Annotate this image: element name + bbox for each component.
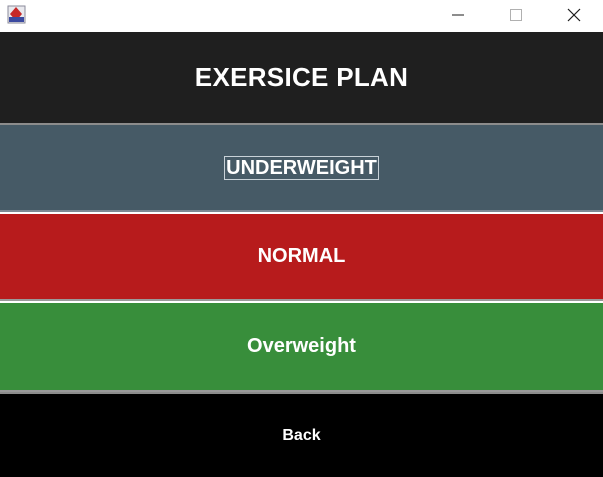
maximize-icon [510, 9, 522, 21]
back-button-label: Back [282, 426, 321, 444]
page-title: EXERSICE PLAN [0, 32, 603, 123]
overweight-button-label: Overweight [247, 335, 356, 357]
close-icon [567, 8, 581, 22]
java-app-icon [7, 5, 26, 24]
maximize-button[interactable] [493, 0, 539, 30]
window-titlebar [0, 0, 603, 32]
normal-button[interactable]: NORMAL [0, 214, 603, 301]
close-window-button[interactable] [551, 0, 597, 30]
underweight-button-label: UNDERWEIGHT [224, 155, 379, 180]
underweight-button[interactable]: UNDERWEIGHT [0, 125, 603, 212]
overweight-button[interactable]: Overweight [0, 303, 603, 392]
back-button[interactable]: Back [0, 394, 603, 477]
page-title-text: EXERSICE PLAN [194, 62, 409, 92]
normal-button-label: NORMAL [257, 245, 346, 267]
minimize-icon [452, 14, 464, 16]
minimize-button[interactable] [435, 0, 481, 30]
